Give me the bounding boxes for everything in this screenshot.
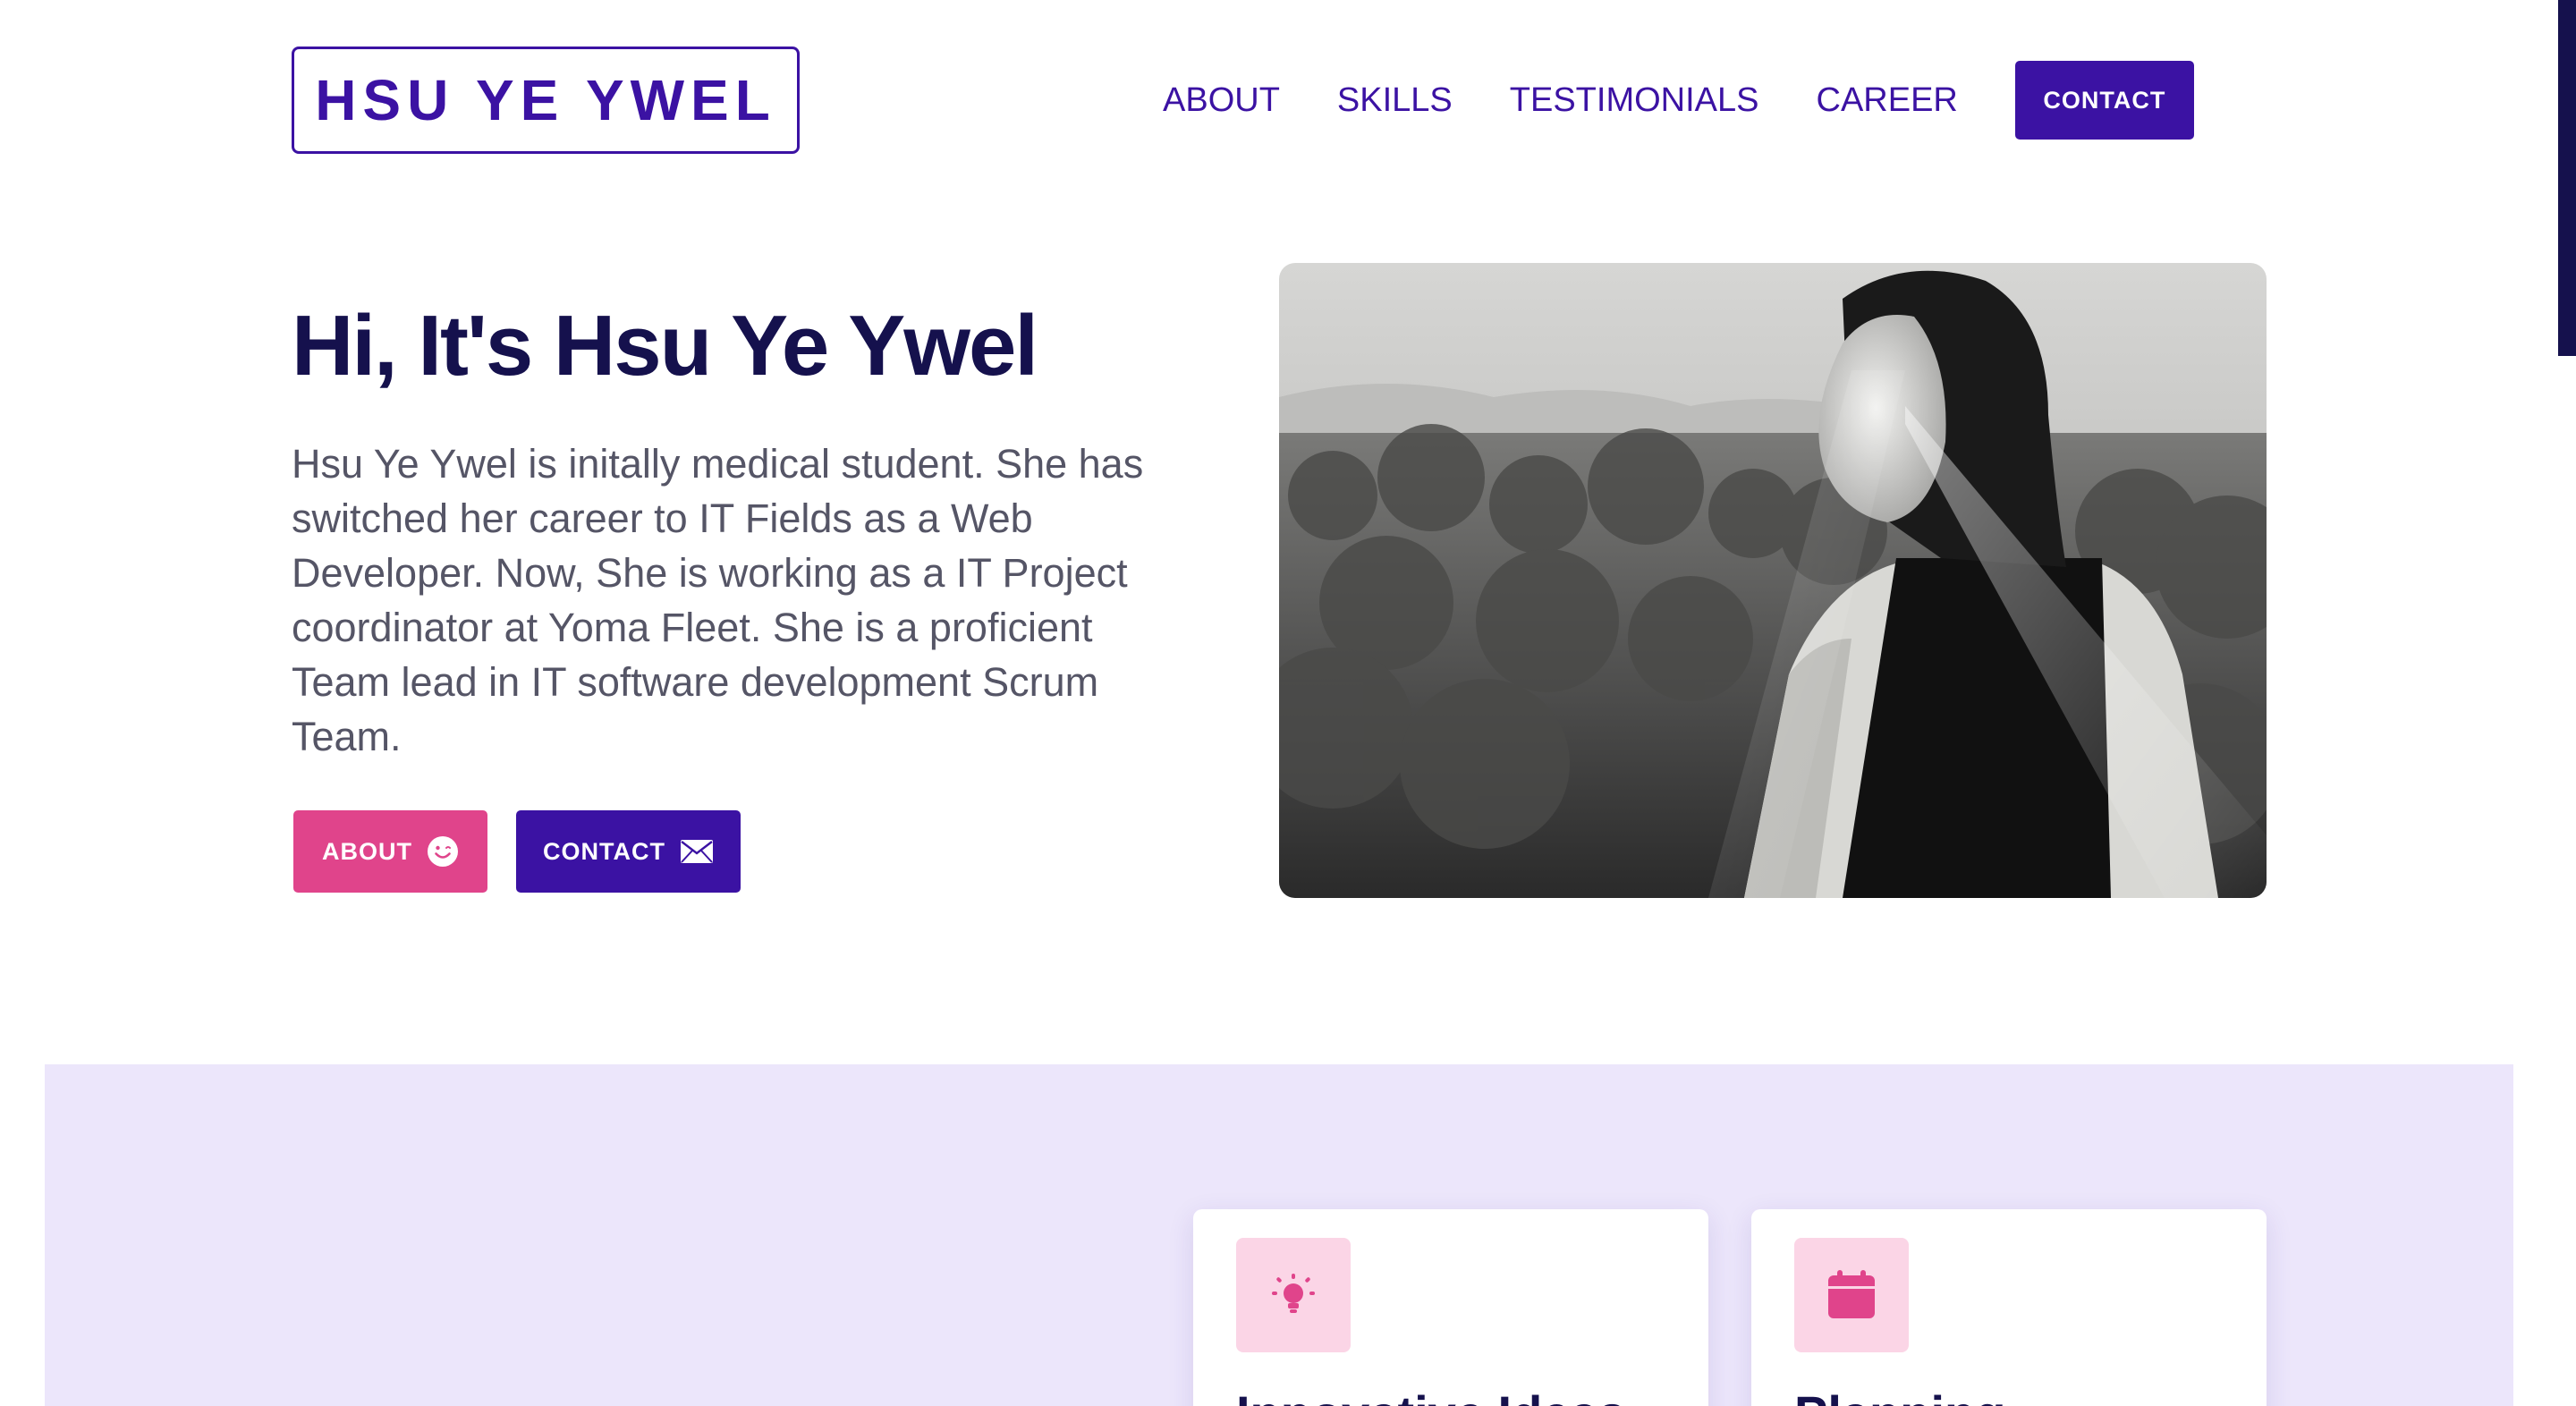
brand-name: HSU YE YWEL — [315, 68, 776, 132]
nav-about[interactable]: ABOUT — [1163, 81, 1280, 120]
envelope-icon — [680, 840, 713, 863]
feature-card-innovative-ideas: Innovative Ideas — [1193, 1209, 1708, 1406]
brand-logo[interactable]: HSU YE YWEL — [292, 47, 800, 154]
nav-skills[interactable]: SKILLS — [1337, 81, 1453, 120]
nav-contact-label: CONTACT — [2043, 86, 2166, 114]
main-nav: ABOUT SKILLS TESTIMONIALS CAREER CONTACT — [1163, 61, 2194, 140]
nav-career[interactable]: CAREER — [1817, 81, 1958, 120]
about-button[interactable]: ABOUT — [293, 810, 487, 893]
about-button-label: ABOUT — [322, 837, 412, 865]
contact-button[interactable]: CONTACT — [516, 810, 741, 893]
scrollbar-thumb[interactable] — [2558, 0, 2576, 356]
calendar-icon — [1794, 1238, 1909, 1352]
lightbulb-icon — [1236, 1238, 1351, 1352]
hero-description: Hsu Ye Ywel is initally medical student.… — [292, 441, 1144, 759]
feature-title: Planning — [1794, 1385, 2005, 1406]
hero-title: Hi, It's Hsu Ye Ywel — [292, 298, 1038, 394]
profile-photo — [1279, 263, 2267, 898]
feature-card-planning: Planning — [1751, 1209, 2267, 1406]
smile-icon — [428, 836, 458, 867]
contact-button-label: CONTACT — [543, 837, 665, 865]
feature-title: Innovative Ideas — [1236, 1385, 1626, 1406]
nav-contact-button[interactable]: CONTACT — [2014, 61, 2194, 140]
nav-testimonials[interactable]: TESTIMONIALS — [1510, 81, 1759, 120]
